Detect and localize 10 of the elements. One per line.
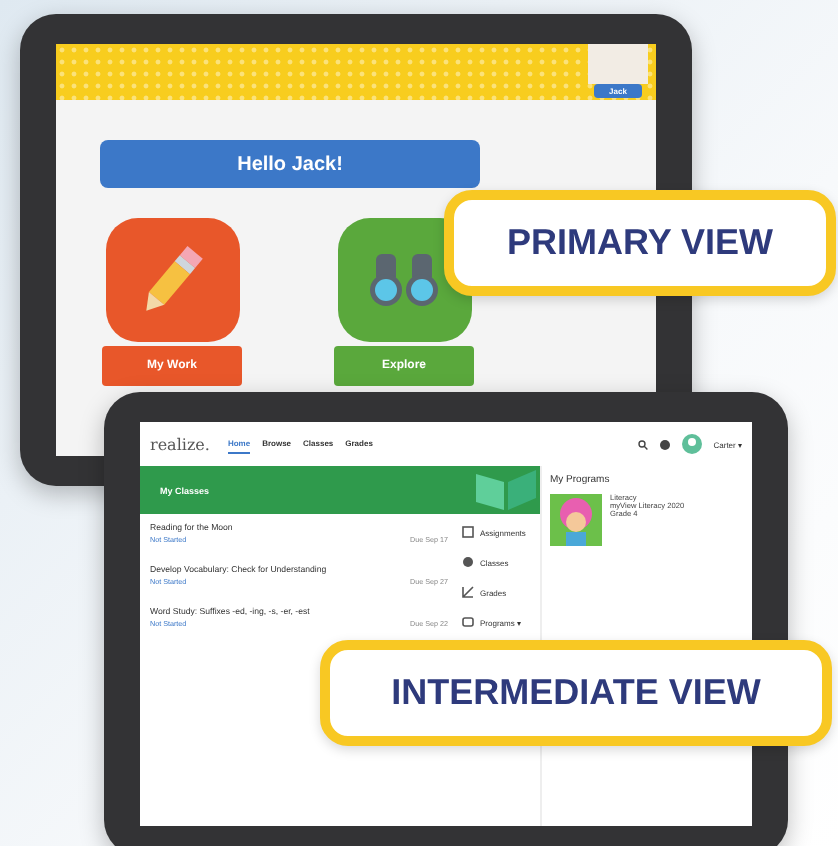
view-callout: PRIMARY VIEW (444, 190, 836, 296)
logo: realize. (150, 435, 210, 453)
view-callout: INTERMEDIATE VIEW (320, 640, 832, 746)
program-cover-drawing (550, 494, 602, 546)
tile-card[interactable] (105, 218, 239, 342)
book-icon (472, 466, 540, 514)
binoculars-icon (364, 250, 444, 310)
greeting-banner: Hello Jack! (100, 140, 480, 188)
avatar-placeholder (588, 44, 648, 84)
search-icon[interactable] (637, 439, 648, 449)
